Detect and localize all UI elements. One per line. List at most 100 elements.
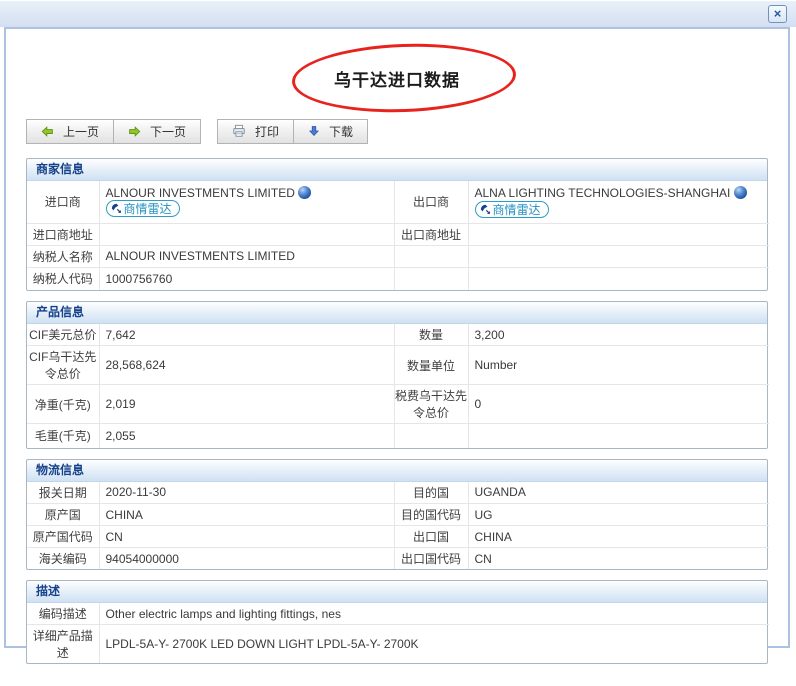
cif-ugx-label: CIF乌干达先令总价 (27, 346, 99, 385)
declaration-date-label: 报关日期 (27, 482, 99, 504)
hs-description-label: 编码描述 (27, 603, 99, 625)
table-row: 海关编码 94054000000 出口国代码 CN (27, 548, 769, 570)
importer-name: ALNOUR INVESTMENTS LIMITED (106, 186, 295, 200)
exporter-address-label: 出口商地址 (394, 223, 468, 245)
importer-address-value (99, 223, 394, 245)
destination-code-value: UG (468, 504, 769, 526)
empty-cell (468, 245, 769, 267)
tax-ugx-label: 税费乌干达先令总价 (394, 385, 468, 424)
printer-icon (232, 124, 246, 138)
empty-cell (468, 267, 769, 290)
origin-country-value: CHINA (99, 504, 394, 526)
prev-page-button[interactable]: 上一页 (26, 119, 114, 144)
close-button[interactable]: × (768, 5, 787, 23)
print-button[interactable]: 打印 (217, 119, 294, 144)
hs-code-label: 海关编码 (27, 548, 99, 570)
business-radar-badge[interactable]: 商情雷达 (475, 201, 549, 218)
exporter-name: ALNA LIGHTING TECHNOLOGIES-SHANGHAI (475, 186, 731, 200)
table-row: 进口商 ALNOUR INVESTMENTS LIMITED 商情雷达 (27, 181, 769, 223)
cif-usd-value: 7,642 (99, 324, 394, 346)
table-row: CIF乌干达先令总价 28,568,624 数量单位 Number (27, 346, 769, 385)
empty-cell (394, 267, 468, 290)
table-row: 详细产品描述 LPDL-5A-Y- 2700K LED DOWN LIGHT L… (27, 625, 769, 664)
taxpayer-name-value: ALNOUR INVESTMENTS LIMITED (99, 245, 394, 267)
section-merchant: 商家信息 进口商 ALNOUR INVESTMENTS LIMITED (26, 158, 768, 291)
taxpayer-name-label: 纳税人名称 (27, 245, 99, 267)
logistics-table: 报关日期 2020-11-30 目的国 UGANDA 原产国 CHINA 目的国… (27, 482, 769, 570)
exporter-address-value (468, 223, 769, 245)
satellite-dish-icon (111, 203, 122, 214)
product-table: CIF美元总价 7,642 数量 3,200 CIF乌干达先令总价 28,568… (27, 324, 769, 448)
section-description-header: 描述 (27, 581, 767, 603)
dialog-panel: 乌干达进口数据 上一页 下一页 (4, 27, 790, 648)
net-weight-value: 2,019 (99, 385, 394, 424)
section-merchant-header: 商家信息 (27, 159, 767, 181)
hs-description-value: Other electric lamps and lighting fittin… (99, 603, 769, 625)
quantity-unit-label: 数量单位 (394, 346, 468, 385)
cif-usd-label: CIF美元总价 (27, 324, 99, 346)
screen: × 乌干达进口数据 上一页 (0, 0, 796, 686)
description-table: 编码描述 Other electric lamps and lighting f… (27, 603, 769, 663)
empty-cell (394, 245, 468, 267)
table-row: 纳税人名称 ALNOUR INVESTMENTS LIMITED (27, 245, 769, 267)
taxpayer-code-label: 纳税人代码 (27, 267, 99, 290)
table-row: 净重(千克) 2,019 税费乌干达先令总价 0 (27, 385, 769, 424)
gross-weight-label: 毛重(千克) (27, 424, 99, 448)
satellite-dish-icon (480, 204, 491, 215)
importer-label: 进口商 (27, 181, 99, 223)
table-row: 原产国 CHINA 目的国代码 UG (27, 504, 769, 526)
table-row: 进口商地址 出口商地址 (27, 223, 769, 245)
empty-cell (394, 424, 468, 448)
product-description-value: LPDL-5A-Y- 2700K LED DOWN LIGHT LPDL-5A-… (99, 625, 769, 664)
quantity-value: 3,200 (468, 324, 769, 346)
business-radar-badge[interactable]: 商情雷达 (106, 200, 180, 217)
title-area: 乌干达进口数据 (26, 29, 768, 118)
globe-icon[interactable] (298, 186, 311, 199)
table-row: 编码描述 Other electric lamps and lighting f… (27, 603, 769, 625)
next-page-label: 下一页 (150, 123, 186, 140)
export-code-label: 出口国代码 (394, 548, 468, 570)
gross-weight-value: 2,055 (99, 424, 394, 448)
taxpayer-code-value: 1000756760 (99, 267, 394, 290)
cif-ugx-value: 28,568,624 (99, 346, 394, 385)
arrow-left-icon (41, 125, 54, 138)
quantity-unit-value: Number (468, 346, 769, 385)
toolbar: 上一页 下一页 (26, 118, 768, 144)
close-icon: × (774, 6, 782, 21)
origin-country-label: 原产国 (27, 504, 99, 526)
quantity-label: 数量 (394, 324, 468, 346)
next-page-button[interactable]: 下一页 (113, 119, 201, 144)
net-weight-label: 净重(千克) (27, 385, 99, 424)
arrow-right-icon (128, 125, 141, 138)
download-button[interactable]: 下载 (293, 119, 368, 144)
action-button-group: 打印 下载 (217, 119, 368, 144)
origin-code-label: 原产国代码 (27, 526, 99, 548)
table-row: CIF美元总价 7,642 数量 3,200 (27, 324, 769, 346)
section-product: 产品信息 CIF美元总价 7,642 数量 3,200 CIF乌干达先令总价 2… (26, 301, 768, 449)
destination-code-label: 目的国代码 (394, 504, 468, 526)
export-country-value: CHINA (468, 526, 769, 548)
section-description: 描述 编码描述 Other electric lamps and lightin… (26, 580, 768, 664)
radar-badge-label: 商情雷达 (124, 200, 172, 217)
window-titlebar: × (0, 0, 796, 27)
merchant-table: 进口商 ALNOUR INVESTMENTS LIMITED 商情雷达 (27, 181, 769, 290)
exporter-value-cell: ALNA LIGHTING TECHNOLOGIES-SHANGHAI 商情雷达 (468, 181, 769, 223)
importer-address-label: 进口商地址 (27, 223, 99, 245)
globe-icon[interactable] (734, 186, 747, 199)
importer-value-cell: ALNOUR INVESTMENTS LIMITED 商情雷达 (99, 181, 394, 223)
table-row: 毛重(千克) 2,055 (27, 424, 769, 448)
product-description-label: 详细产品描述 (27, 625, 99, 664)
arrow-down-icon (308, 125, 320, 137)
export-country-label: 出口国 (394, 526, 468, 548)
download-label: 下载 (329, 123, 353, 140)
section-product-header: 产品信息 (27, 302, 767, 324)
table-row: 原产国代码 CN 出口国 CHINA (27, 526, 769, 548)
paging-button-group: 上一页 下一页 (26, 119, 201, 144)
empty-cell (468, 424, 769, 448)
print-label: 打印 (255, 123, 279, 140)
table-row: 报关日期 2020-11-30 目的国 UGANDA (27, 482, 769, 504)
destination-country-value: UGANDA (468, 482, 769, 504)
tax-ugx-value: 0 (468, 385, 769, 424)
prev-page-label: 上一页 (63, 123, 99, 140)
exporter-label: 出口商 (394, 181, 468, 223)
